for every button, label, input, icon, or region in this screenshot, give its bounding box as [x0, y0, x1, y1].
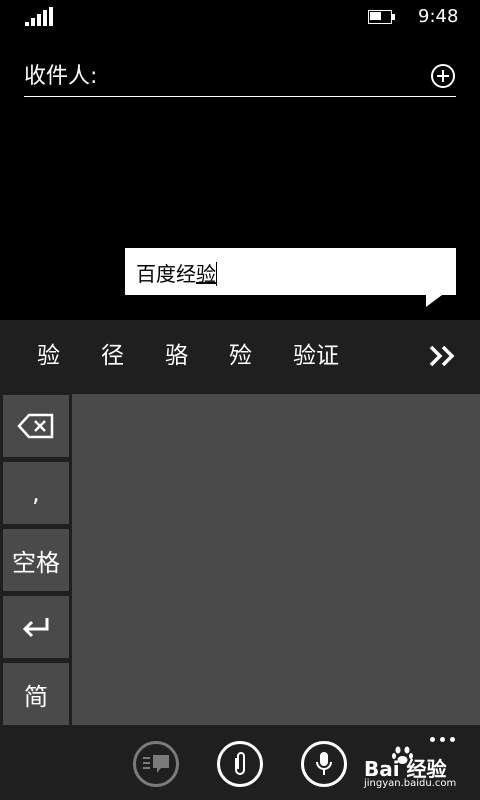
recipient-underline	[24, 96, 456, 97]
candidate-2[interactable]: 径	[101, 340, 124, 372]
handwriting-keyboard: , 空格 简	[0, 394, 480, 725]
signal-icon	[25, 7, 55, 26]
candidate-bar: 验 径 骆 殓 验证	[0, 320, 480, 394]
candidate-4[interactable]: 殓	[229, 340, 252, 372]
simplified-mode-key[interactable]: 简	[3, 663, 69, 725]
space-key[interactable]: 空格	[3, 529, 69, 591]
switch-keyboard-icon	[143, 755, 169, 773]
backspace-key[interactable]	[3, 395, 69, 457]
voice-button[interactable]	[301, 741, 347, 787]
attach-button[interactable]	[217, 741, 263, 787]
composing-text: 验	[196, 262, 216, 286]
bubble-tail	[426, 295, 442, 307]
status-bar: 9:48	[0, 0, 480, 36]
more-icon[interactable]	[430, 737, 460, 745]
message-prefix: 百度经	[136, 262, 196, 286]
handwriting-area[interactable]	[72, 394, 480, 725]
enter-key[interactable]	[3, 596, 69, 658]
candidate-3[interactable]: 骆	[165, 340, 188, 372]
microphone-icon	[316, 752, 332, 775]
message-text: 百度经验	[136, 258, 217, 287]
clock: 9:48	[418, 6, 459, 27]
candidate-1[interactable]: 验	[37, 340, 60, 372]
add-recipient-icon[interactable]	[431, 64, 455, 88]
battery-icon	[368, 10, 396, 24]
baidu-watermark: Bai 经验 jingyan.baidu.com	[362, 745, 480, 800]
switch-keyboard-button[interactable]	[133, 741, 179, 787]
comma-key[interactable]: ,	[3, 462, 69, 524]
expand-candidates-icon[interactable]	[428, 344, 458, 368]
text-caret	[216, 262, 217, 286]
backspace-icon	[17, 413, 54, 439]
message-input[interactable]: 百度经验	[125, 248, 456, 295]
attach-icon	[235, 752, 245, 775]
watermark-url: jingyan.baidu.com	[364, 778, 457, 789]
recipient-field-label[interactable]: 收件人:	[24, 58, 97, 90]
candidate-5[interactable]: 验证	[293, 340, 339, 372]
enter-icon	[22, 618, 49, 638]
